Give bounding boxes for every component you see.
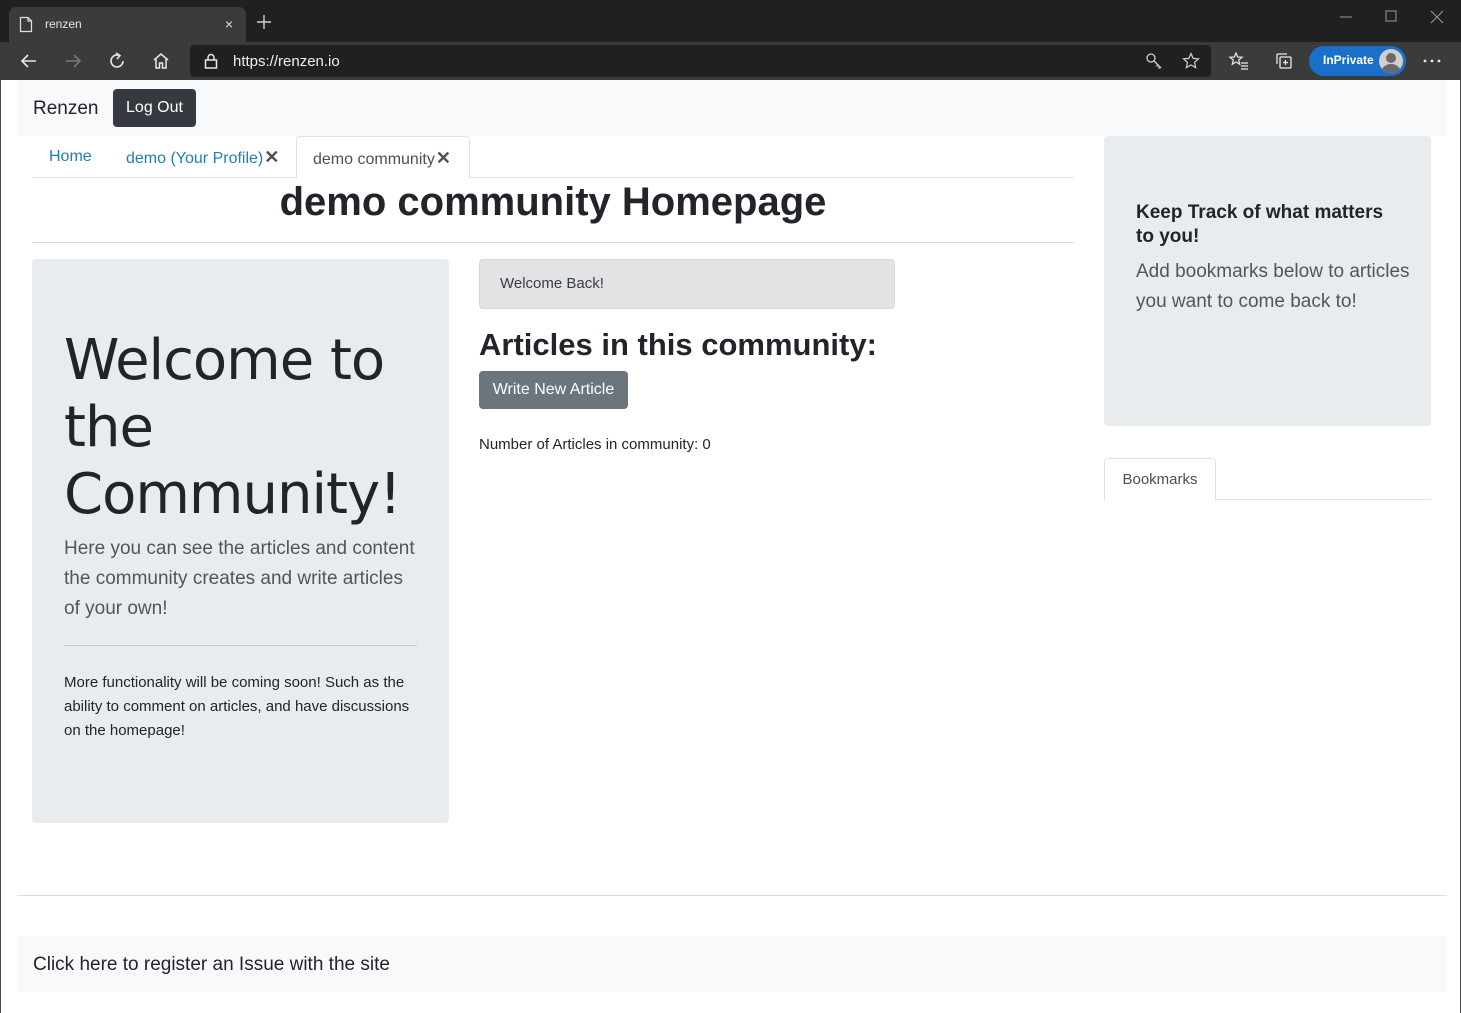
new-tab-icon[interactable] — [255, 13, 273, 31]
article-count: Number of Articles in community: 0 — [479, 436, 711, 453]
page-tabs: Home demo (Your Profile)✕ demo community… — [32, 136, 1074, 179]
minimize-icon[interactable] — [1337, 8, 1355, 26]
url-text[interactable]: https://renzen.io — [233, 53, 340, 70]
sidebar-lead: Add bookmarks below to articles you want… — [1136, 261, 1410, 312]
jumbotron-note: More functionality will be coming soon! … — [64, 674, 410, 739]
tab-profile[interactable]: demo (Your Profile)✕ — [126, 136, 279, 178]
more-icon[interactable] — [1421, 50, 1443, 72]
bookmarks-tabs: Bookmarks — [1104, 458, 1431, 501]
key-icon[interactable] — [1145, 52, 1163, 70]
divider — [32, 242, 1074, 243]
brand-link[interactable]: Renzen — [33, 98, 99, 120]
back-icon[interactable] — [18, 50, 40, 72]
logout-button[interactable]: Log Out — [113, 89, 196, 127]
browser-toolbar: https://renzen.io InPrivate — [0, 42, 1461, 80]
browser-tab[interactable]: renzen × — [9, 7, 246, 42]
jumbotron-lead: Here you can see the articles and conten… — [64, 538, 415, 619]
welcome-back-alert: Welcome Back! — [479, 259, 895, 309]
home-icon[interactable] — [150, 50, 172, 72]
tab-profile-label: demo (Your Profile) — [126, 150, 264, 167]
window-close-icon[interactable] — [1428, 8, 1446, 26]
articles-heading: Articles in this community: — [479, 327, 877, 362]
address-bar[interactable]: https://renzen.io — [190, 45, 1211, 77]
maximize-icon[interactable] — [1382, 8, 1400, 26]
sidebar-title: Keep Track of what matters to you! — [1136, 202, 1384, 247]
star-icon[interactable] — [1182, 52, 1200, 70]
tab-home-label: Home — [49, 148, 92, 165]
welcome-back-text: Welcome Back! — [500, 275, 604, 292]
inprivate-label: InPrivate — [1323, 53, 1374, 67]
page-icon — [19, 16, 33, 33]
forward-icon[interactable] — [62, 50, 84, 72]
write-new-article-button[interactable]: Write New Article — [479, 371, 628, 409]
browser-tab-title: renzen — [45, 17, 82, 31]
collections-icon[interactable] — [1273, 50, 1295, 72]
tab-home[interactable]: Home — [49, 136, 92, 178]
tab-bookmarks[interactable]: Bookmarks — [1104, 458, 1216, 501]
page-content: Renzen Log Out Home demo (Your Profile)✕… — [0, 80, 1461, 1013]
favorites-icon[interactable] — [1228, 50, 1250, 72]
tab-demo-community[interactable]: demo community✕ — [296, 136, 470, 179]
bookmarks-jumbotron: Keep Track of what matters to you! Add b… — [1104, 136, 1431, 426]
register-issue-link[interactable]: Click here to register an Issue with the… — [33, 954, 390, 976]
close-icon[interactable]: ✕ — [264, 136, 279, 178]
jumbotron-title: Welcome to the Community! — [64, 328, 402, 527]
avatar — [1379, 49, 1403, 73]
footer-divider — [17, 895, 1447, 896]
refresh-icon[interactable] — [106, 50, 128, 72]
page-title: demo community Homepage — [279, 180, 827, 224]
navbar: Renzen Log Out — [17, 80, 1447, 136]
browser-tabbar: renzen × — [0, 0, 1461, 42]
footer: Click here to register an Issue with the… — [17, 936, 1447, 992]
lock-icon — [204, 53, 218, 69]
welcome-jumbotron: Welcome to the Community! Here you can s… — [32, 259, 449, 823]
browser-chrome: renzen × https://renzen.io InPrivate — [0, 0, 1461, 80]
close-icon[interactable]: ✕ — [436, 137, 451, 179]
inprivate-button[interactable]: InPrivate — [1309, 46, 1406, 76]
close-icon[interactable]: × — [220, 15, 238, 33]
tab-community-label: demo community — [313, 151, 435, 168]
jumbotron-divider — [64, 645, 417, 646]
